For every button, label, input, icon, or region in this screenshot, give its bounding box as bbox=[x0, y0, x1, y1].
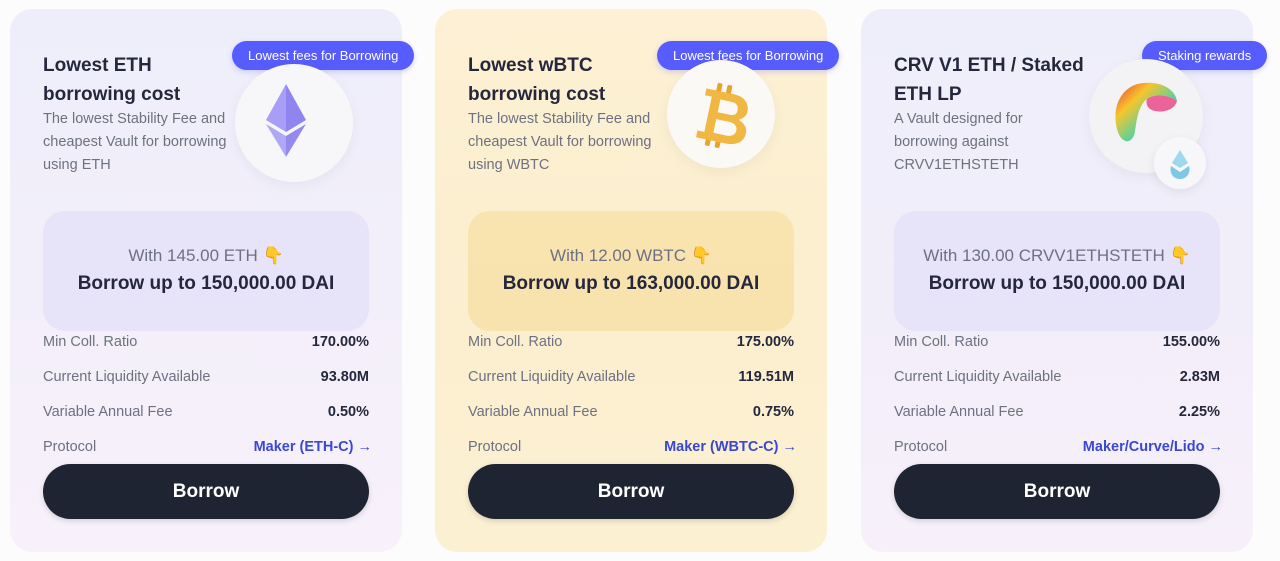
card-description: The lowest Stability Fee and cheapest Va… bbox=[43, 111, 227, 173]
borrow-summary: With 130.00 CRVV1ETHSTETH 👇 Borrow up to… bbox=[894, 211, 1220, 331]
collateral-amount: With 145.00 ETH 👇 bbox=[128, 246, 284, 265]
stat-row-annual-fee: Variable Annual Fee 0.75% bbox=[468, 404, 794, 426]
card-description: A Vault designed for borrowing against C… bbox=[894, 111, 1023, 173]
stat-value: 170.00% bbox=[311, 334, 369, 350]
stat-label: Variable Annual Fee bbox=[894, 404, 1024, 420]
protocol-label: Protocol bbox=[468, 439, 522, 455]
max-borrow-amount: Borrow up to 163,000.00 DAI bbox=[502, 273, 760, 294]
stat-value: 93.80M bbox=[320, 369, 369, 385]
stat-value: 0.50% bbox=[327, 404, 369, 420]
stat-row-min-coll-ratio: Min Coll. Ratio 175.00% bbox=[468, 334, 794, 356]
stat-row-liquidity: Current Liquidity Available 2.83M bbox=[894, 369, 1220, 391]
stat-label: Current Liquidity Available bbox=[894, 369, 1062, 385]
bitcoin-icon bbox=[667, 60, 775, 168]
protocol-label: Protocol bbox=[894, 439, 948, 455]
borrow-button[interactable]: Borrow bbox=[43, 464, 369, 519]
protocol-label: Protocol bbox=[43, 439, 97, 455]
stat-label: Min Coll. Ratio bbox=[43, 334, 138, 350]
max-borrow-amount: Borrow up to 150,000.00 DAI bbox=[928, 273, 1186, 294]
borrow-summary: With 145.00 ETH 👇 Borrow up to 150,000.0… bbox=[43, 211, 369, 331]
stat-row-min-coll-ratio: Min Coll. Ratio 155.00% bbox=[894, 334, 1220, 356]
protocol-link[interactable]: Maker (ETH-C) → bbox=[254, 439, 372, 455]
protocol-link[interactable]: Maker/Curve/Lido → bbox=[1083, 439, 1223, 455]
stat-label: Variable Annual Fee bbox=[468, 404, 598, 420]
collateral-amount: With 130.00 CRVV1ETHSTETH 👇 bbox=[923, 246, 1191, 265]
stat-label: Min Coll. Ratio bbox=[894, 334, 989, 350]
eth-icon bbox=[235, 64, 353, 182]
stat-value: 175.00% bbox=[736, 334, 794, 350]
stat-row-protocol: Protocol Maker/Curve/Lido → bbox=[894, 439, 1223, 461]
vault-card-wbtc: Lowest fees for Borrowing Lowest wBTC bo… bbox=[435, 9, 840, 552]
borrow-button[interactable]: Borrow bbox=[894, 464, 1220, 519]
stat-row-min-coll-ratio: Min Coll. Ratio 170.00% bbox=[43, 334, 369, 356]
stat-label: Current Liquidity Available bbox=[43, 369, 211, 385]
stat-label: Min Coll. Ratio bbox=[468, 334, 563, 350]
max-borrow-amount: Borrow up to 150,000.00 DAI bbox=[77, 273, 335, 294]
stat-label: Variable Annual Fee bbox=[43, 404, 173, 420]
stat-value: 0.75% bbox=[752, 404, 794, 420]
card-title: Lowest ETH borrowing cost bbox=[43, 55, 181, 105]
stat-row-annual-fee: Variable Annual Fee 2.25% bbox=[894, 404, 1220, 426]
stat-value: 2.83M bbox=[1179, 369, 1220, 385]
stat-row-liquidity: Current Liquidity Available 119.51M bbox=[468, 369, 794, 391]
stat-row-protocol: Protocol Maker (ETH-C) → bbox=[43, 439, 372, 461]
stat-row-protocol: Protocol Maker (WBTC-C) → bbox=[468, 439, 797, 461]
card-description: The lowest Stability Fee and cheapest Va… bbox=[468, 111, 652, 173]
stat-value: 119.51M bbox=[738, 369, 794, 385]
vault-card-crv-steth: Staking rewards CRV V1 ETH / Staked ETH … bbox=[861, 9, 1268, 552]
stat-row-liquidity: Current Liquidity Available 93.80M bbox=[43, 369, 369, 391]
borrow-button[interactable]: Borrow bbox=[468, 464, 794, 519]
card-title: Lowest wBTC borrowing cost bbox=[468, 55, 606, 105]
borrow-summary: With 12.00 WBTC 👇 Borrow up to 163,000.0… bbox=[468, 211, 794, 331]
vault-card-eth: Lowest fees for Borrowing Lowest ETH bor… bbox=[10, 9, 415, 552]
stat-row-annual-fee: Variable Annual Fee 0.50% bbox=[43, 404, 369, 426]
stat-label: Current Liquidity Available bbox=[468, 369, 636, 385]
collateral-amount: With 12.00 WBTC 👇 bbox=[550, 246, 712, 265]
lido-icon bbox=[1154, 137, 1206, 189]
card-title: CRV V1 ETH / Staked ETH LP bbox=[894, 55, 1084, 105]
stat-value: 2.25% bbox=[1178, 404, 1220, 420]
protocol-link[interactable]: Maker (WBTC-C) → bbox=[664, 439, 797, 455]
stat-value: 155.00% bbox=[1162, 334, 1220, 350]
